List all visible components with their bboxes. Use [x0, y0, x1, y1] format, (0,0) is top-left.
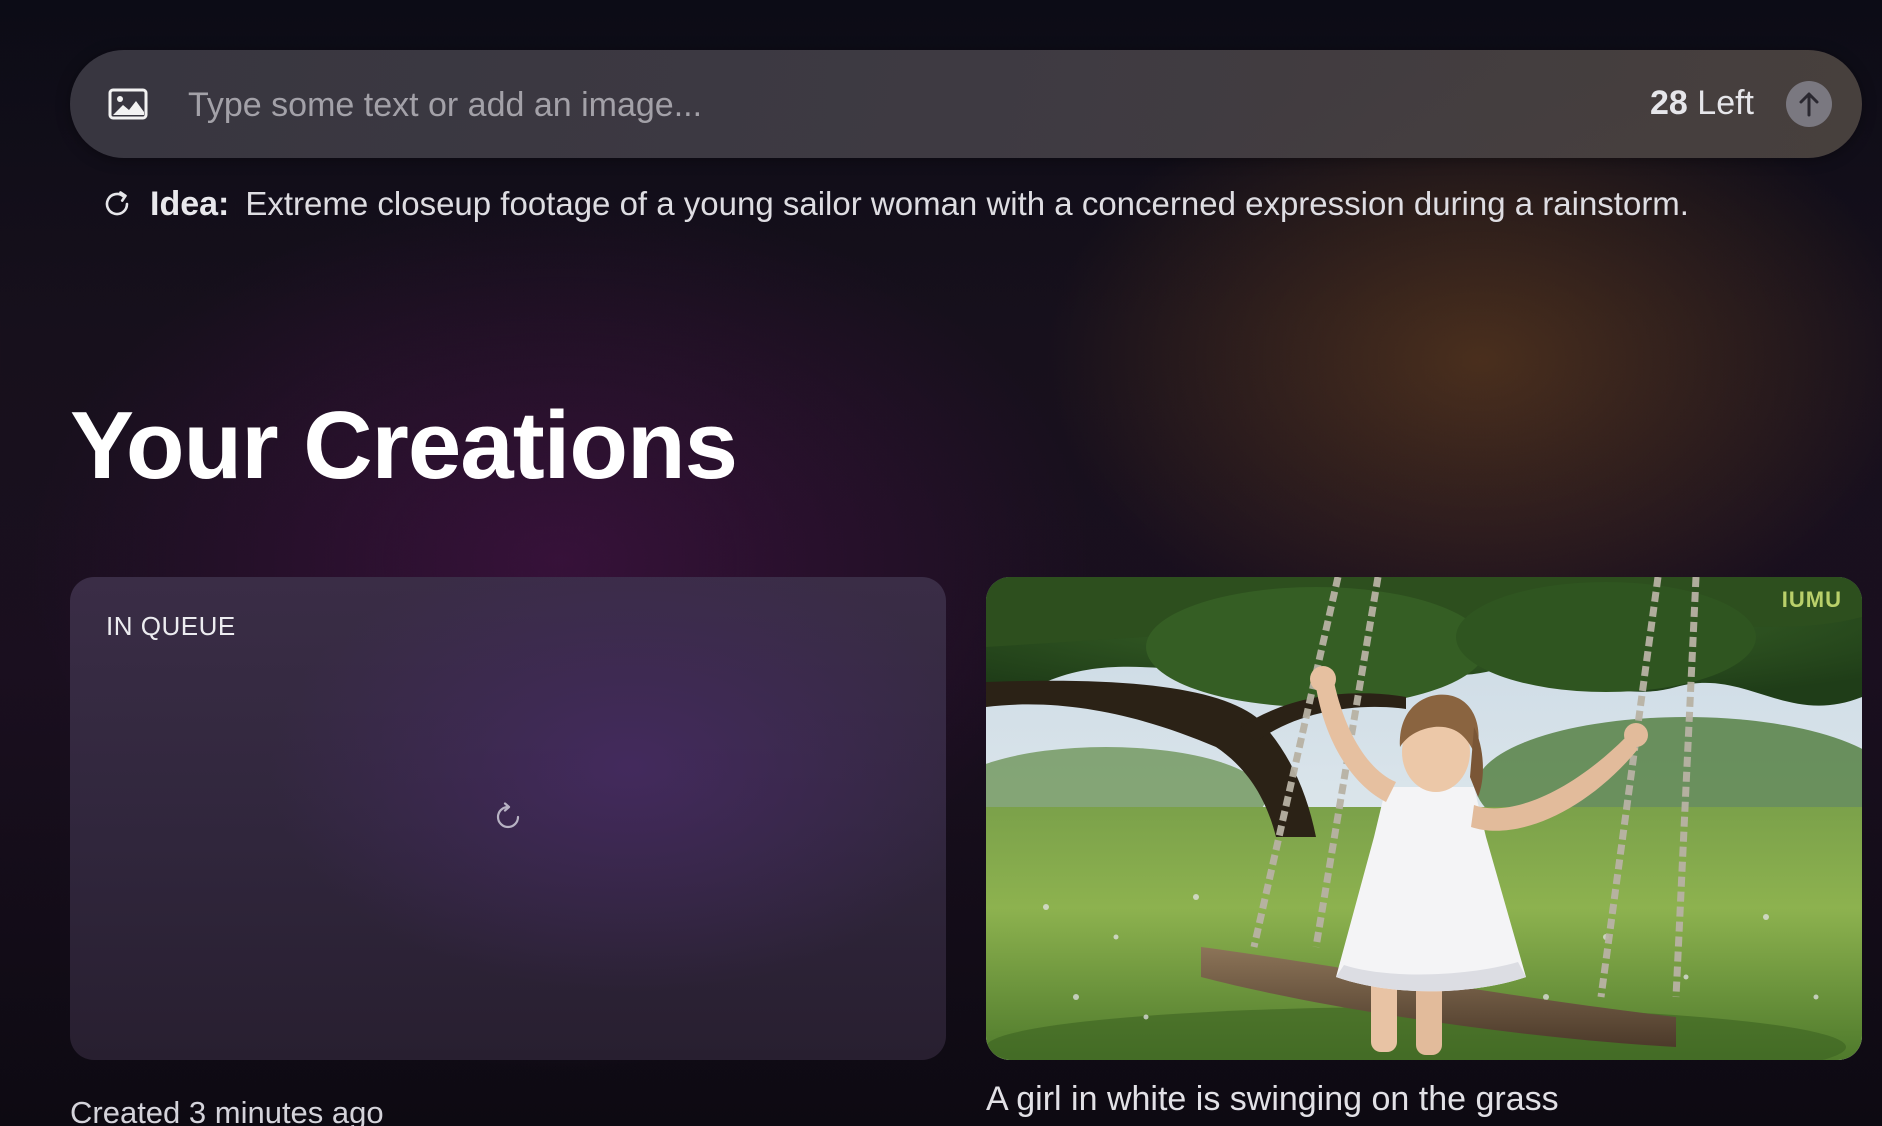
idea-suggestion: Idea: Extreme closeup footage of a young… [102, 182, 1689, 226]
credits-count: 28 [1650, 84, 1688, 122]
arrow-up-icon [1799, 92, 1819, 117]
video-thumbnail [986, 577, 1862, 1060]
creation-card-video[interactable]: IUMU [986, 577, 1862, 1060]
prompt-bar: 28 Left [70, 50, 1862, 158]
refresh-icon [105, 191, 129, 216]
prompt-input[interactable] [186, 76, 1390, 134]
watermark: IUMU [1781, 587, 1842, 612]
loading-icon [496, 802, 520, 829]
image-icon [108, 88, 148, 120]
creation-card-queued[interactable]: IN QUEUE [70, 577, 946, 1060]
page-title: Your Creations [70, 392, 738, 499]
status-badge: IN QUEUE [106, 611, 236, 641]
idea-label: Idea: [150, 184, 230, 223]
add-image-button[interactable] [106, 84, 150, 124]
idea-text[interactable]: Extreme closeup footage of a young sailo… [245, 185, 1689, 223]
refresh-idea-button[interactable] [102, 189, 132, 219]
creation-caption: Created 3 minutes ago [70, 1095, 384, 1126]
credits-suffix: Left [1697, 84, 1754, 122]
creation-caption: A girl in white is swinging on the grass [986, 1080, 1559, 1118]
submit-button[interactable] [1786, 81, 1832, 127]
credits-remaining: 28 Left [1650, 84, 1754, 123]
